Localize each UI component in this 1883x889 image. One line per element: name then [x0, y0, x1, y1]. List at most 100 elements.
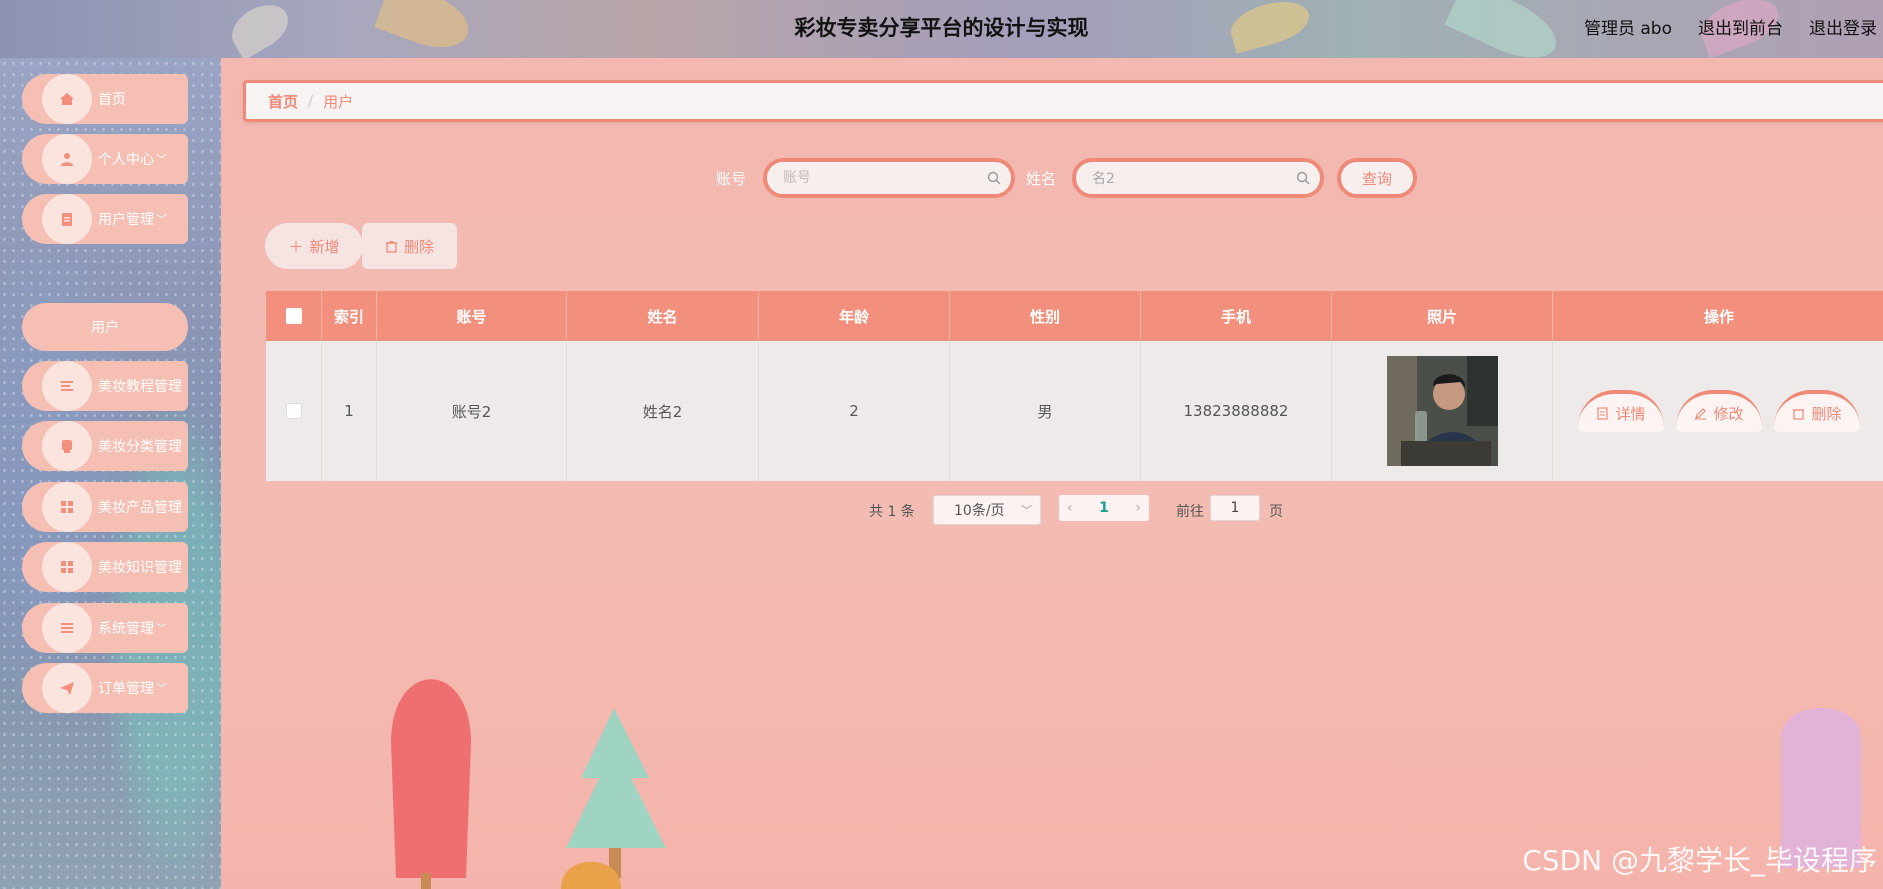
goto-label: 前往	[1176, 504, 1204, 520]
sidebar-item-user-management[interactable]: 用户管理 ﹀	[22, 194, 188, 244]
sidebar-item-label: 美妆产品管理	[98, 500, 182, 516]
chevron-down-icon: ﹀	[1021, 504, 1032, 517]
column-header-index: 索引	[322, 291, 377, 341]
sidebar-subitem-user[interactable]: 用户	[22, 303, 188, 351]
column-header-photo: 照片	[1332, 291, 1553, 341]
column-header-actions: 操作	[1553, 291, 1883, 341]
add-button-label: 新增	[309, 237, 340, 256]
sidebar-item-system-management[interactable]: 系统管理 ﹀	[22, 603, 188, 653]
select-all-checkbox[interactable]	[285, 308, 302, 324]
user-table: 索引 账号 姓名 年龄 性别 手机 照片 操作 1 账号2 姓名2 2 男 13…	[266, 291, 1883, 481]
cell-phone: 13823888882	[1141, 341, 1332, 481]
sidebar-item-product-management[interactable]: 美妆产品管理	[22, 482, 188, 532]
sidebar-item-knowledge-management[interactable]: 美妆知识管理	[22, 542, 188, 592]
column-header-account: 账号	[377, 291, 567, 341]
menu-icon	[42, 603, 92, 653]
cell-name: 姓名2	[567, 341, 759, 481]
document-icon	[1597, 406, 1609, 420]
prev-page-icon[interactable]: ‹	[1067, 500, 1073, 516]
name-search-input[interactable]	[1092, 170, 1292, 186]
sidebar-item-home[interactable]: 首页	[22, 74, 188, 124]
sidebar-item-tutorial-management[interactable]: 美妆教程管理	[22, 361, 188, 411]
page-size-select[interactable]: 10条/页 ﹀	[933, 495, 1041, 525]
clipboard-icon	[42, 194, 92, 244]
sidebar-item-category-management[interactable]: 美妆分类管理	[22, 421, 188, 471]
column-header-gender: 性别	[950, 291, 1141, 341]
grid-icon	[42, 542, 92, 592]
current-page[interactable]: 1	[1099, 500, 1109, 516]
edit-button[interactable]: 修改	[1676, 390, 1762, 432]
sidebar-item-label: 用户管理	[98, 212, 154, 228]
delete-button-label: 删除	[403, 237, 434, 256]
sidebar-item-order-management[interactable]: 订单管理 ﹀	[22, 663, 188, 713]
row-select-cell	[266, 341, 322, 481]
sidebar-item-label: 系统管理	[98, 621, 154, 637]
sidebar-item-label: 美妆分类管理	[98, 439, 182, 455]
next-page-icon[interactable]: ›	[1135, 500, 1141, 516]
sidebar-item-label: 首页	[98, 92, 126, 108]
cell-actions: 详情 修改 删除	[1553, 341, 1883, 481]
page-unit-label: 页	[1269, 504, 1283, 520]
table-row: 1 账号2 姓名2 2 男 13823888882 详情 修改 删除	[266, 341, 1883, 481]
sidebar-item-label: 订单管理	[98, 681, 154, 697]
sidebar-item-label: 美妆教程管理	[98, 379, 182, 395]
detail-button[interactable]: 详情	[1578, 390, 1664, 432]
account-search-input[interactable]	[783, 170, 983, 186]
sidebar-item-label: 个人中心	[98, 152, 154, 168]
sidebar-item-label: 美妆知识管理	[98, 560, 182, 576]
column-header-phone: 手机	[1141, 291, 1332, 341]
search-icon	[987, 171, 1001, 185]
select-all-cell	[266, 291, 322, 341]
home-icon	[42, 74, 92, 124]
back-to-front-link[interactable]: 退出到前台	[1698, 14, 1783, 39]
row-checkbox[interactable]	[285, 403, 302, 419]
trash-icon	[1793, 408, 1805, 420]
page-size-value: 10条/页	[954, 503, 1005, 519]
breadcrumb-separator: /	[308, 92, 314, 110]
edit-icon	[1695, 407, 1707, 419]
search-icon	[1296, 171, 1310, 185]
top-header: 彩妆专卖分享平台的设计与实现 管理员 abo 退出到前台 退出登录	[0, 0, 1883, 71]
pagination-total: 共 1 条	[869, 504, 915, 520]
sidebar-item-personal-center[interactable]: 个人中心 ﹀	[22, 134, 188, 184]
name-search-field[interactable]	[1072, 158, 1324, 198]
logout-link[interactable]: 退出登录	[1809, 14, 1877, 39]
trash-icon	[385, 240, 397, 253]
grid-icon	[42, 482, 92, 532]
row-delete-button[interactable]: 删除	[1774, 390, 1860, 432]
tag-icon	[42, 421, 92, 471]
cell-account: 账号2	[377, 341, 567, 481]
user-photo[interactable]	[1386, 356, 1498, 466]
breadcrumb: 首页 / 用户	[243, 80, 1883, 122]
breadcrumb-home-link[interactable]: 首页	[268, 91, 298, 112]
header-user-links: 管理员 abo 退出到前台 退出登录	[1584, 14, 1877, 39]
account-search-field[interactable]	[763, 158, 1015, 198]
send-icon	[42, 663, 92, 713]
sidebar: 首页 个人中心 ﹀ 用户管理 ﹀ 用户 美妆教程管理 美妆分类管理 美妆产品管理	[0, 58, 221, 889]
goto-page-input[interactable]	[1210, 495, 1260, 521]
cell-age: 2	[759, 341, 950, 481]
pagination: 共 1 条 10条/页 ﹀ ‹ 1 › 前往 页	[221, 495, 1883, 525]
add-button[interactable]: ＋ 新增	[265, 223, 363, 269]
row-delete-button-label: 删除	[1811, 404, 1842, 423]
column-header-age: 年龄	[759, 291, 950, 341]
breadcrumb-current: 用户	[323, 92, 354, 111]
cell-photo	[1332, 341, 1553, 481]
query-button[interactable]: 查询	[1337, 158, 1417, 198]
detail-button-label: 详情	[1615, 404, 1646, 423]
cell-gender: 男	[950, 341, 1141, 481]
watermark: CSDN @九黎学长_毕设程序	[1522, 844, 1877, 877]
chevron-down-icon: ﹀	[156, 153, 167, 166]
cell-index: 1	[322, 341, 377, 481]
admin-user-label: 管理员 abo	[1583, 19, 1672, 39]
name-search-label: 姓名	[1026, 170, 1057, 188]
edit-button-label: 修改	[1713, 404, 1744, 423]
plus-icon: ＋	[288, 237, 304, 256]
list-icon	[42, 361, 92, 411]
user-icon	[42, 134, 92, 184]
chevron-down-icon: ﹀	[156, 622, 167, 635]
delete-selected-button[interactable]: 删除	[362, 223, 457, 269]
account-search-label: 账号	[716, 170, 747, 188]
table-header: 索引 账号 姓名 年龄 性别 手机 照片 操作	[266, 291, 1883, 341]
main-content: 首页 / 用户 账号 姓名 查询 ＋ 新增 删除 索引 账号 姓名 年龄 性别	[221, 58, 1883, 889]
